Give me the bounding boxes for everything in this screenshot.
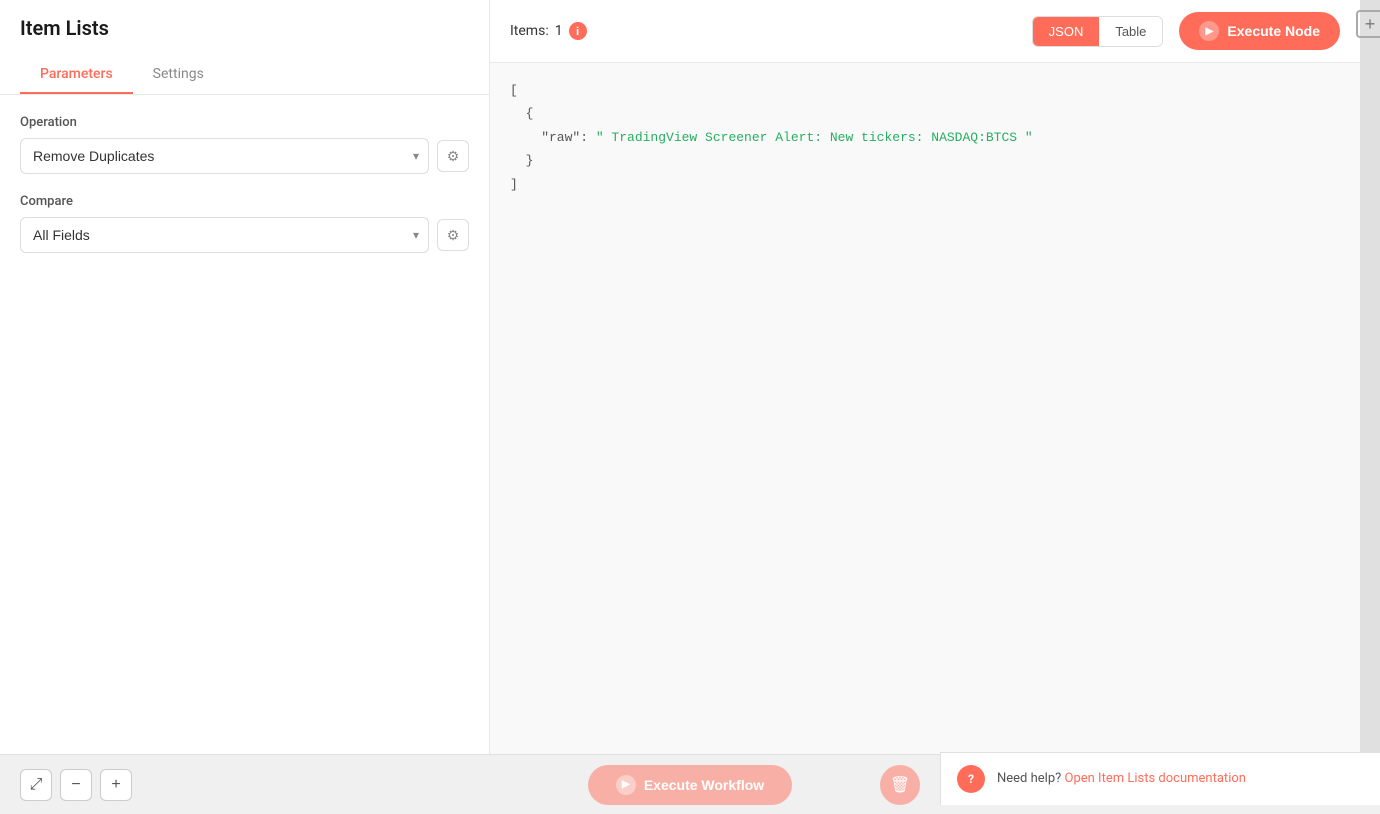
operation-gear-button[interactable]: ⚙ [437,140,469,172]
json-line-3: "raw": " TradingView Screener Alert: New… [510,126,1340,149]
execute-node-label: Execute Node [1227,23,1320,39]
compare-label: Compare [20,194,469,209]
items-number: 1 [555,23,563,39]
json-line-4: } [510,149,1340,172]
compare-gear-button[interactable]: ⚙ [437,219,469,251]
execute-node-button[interactable]: ▶ Execute Node [1179,12,1340,50]
json-line-2: { [510,102,1340,125]
fit-icon: ⤢ [30,776,43,794]
delete-button[interactable]: 🗑 [880,765,920,805]
panel-header: Item Lists Parameters Settings [0,0,489,95]
operation-select[interactable]: Remove Duplicates Sort Limit Split Out I… [20,138,429,174]
zoom-out-button[interactable]: − [60,769,92,801]
gear-icon: ⚙ [447,148,460,165]
help-panel: ? Need help? Open Item Lists documentati… [940,752,1380,805]
info-badge: i [569,22,587,40]
left-panel: Item Lists Parameters Settings Operation… [0,0,490,754]
execute-workflow-button[interactable]: ▶ Execute Workflow [588,765,792,805]
right-panel: Items: 1 i JSON Table ▶ Execute Node [ {… [490,0,1360,754]
view-toggle: JSON Table [1032,16,1164,47]
gear-icon-2: ⚙ [447,227,460,244]
json-view-button[interactable]: JSON [1033,17,1100,46]
zoom-controls: ⤢ − + [20,769,132,801]
zoom-out-icon: − [71,776,80,794]
bottom-bar: ⤢ − + ▶ Execute Workflow 🗑 ? Need help? … [0,754,1380,814]
right-strip: + [1360,0,1380,754]
json-display: [ { "raw": " TradingView Screener Alert:… [490,63,1360,754]
operation-group: Operation Remove Duplicates Sort Limit S… [20,115,469,174]
zoom-in-button[interactable]: + [100,769,132,801]
execute-node-play-icon: ▶ [1199,21,1219,41]
compare-row: All Fields Selected Fields ▾ ⚙ [20,217,469,253]
compare-select-wrapper: All Fields Selected Fields ▾ [20,217,429,253]
panel-body: Operation Remove Duplicates Sort Limit S… [0,95,489,754]
execute-workflow-play-icon: ▶ [616,775,636,795]
help-text: Need help? Open Item Lists documentation [997,771,1246,786]
operation-row: Remove Duplicates Sort Limit Split Out I… [20,138,469,174]
bottom-bar-inner: ⤢ − + ▶ Execute Workflow 🗑 ? Need help? … [0,765,1380,805]
compare-group: Compare All Fields Selected Fields ▾ ⚙ [20,194,469,253]
trash-icon: 🗑 [890,775,910,795]
help-link[interactable]: Open Item Lists documentation [1065,771,1246,786]
fit-zoom-button[interactable]: ⤢ [20,769,52,801]
json-line-1: [ [510,79,1340,102]
items-label: Items: [510,23,549,39]
compare-select[interactable]: All Fields Selected Fields [20,217,429,253]
info-icon: i [576,25,579,38]
panel-title: Item Lists [20,16,469,40]
help-icon: ? [957,765,985,793]
execute-workflow-label: Execute Workflow [644,777,764,793]
items-count: Items: 1 i [510,22,1016,40]
tabs: Parameters Settings [20,56,469,94]
expand-button[interactable]: + [1356,10,1380,38]
operation-select-wrapper: Remove Duplicates Sort Limit Split Out I… [20,138,429,174]
zoom-in-icon: + [111,776,120,794]
json-line-5: ] [510,173,1340,196]
right-header: Items: 1 i JSON Table ▶ Execute Node [490,0,1360,63]
tab-parameters[interactable]: Parameters [20,56,133,94]
table-view-button[interactable]: Table [1099,17,1162,46]
tab-settings[interactable]: Settings [133,56,224,94]
operation-label: Operation [20,115,469,130]
